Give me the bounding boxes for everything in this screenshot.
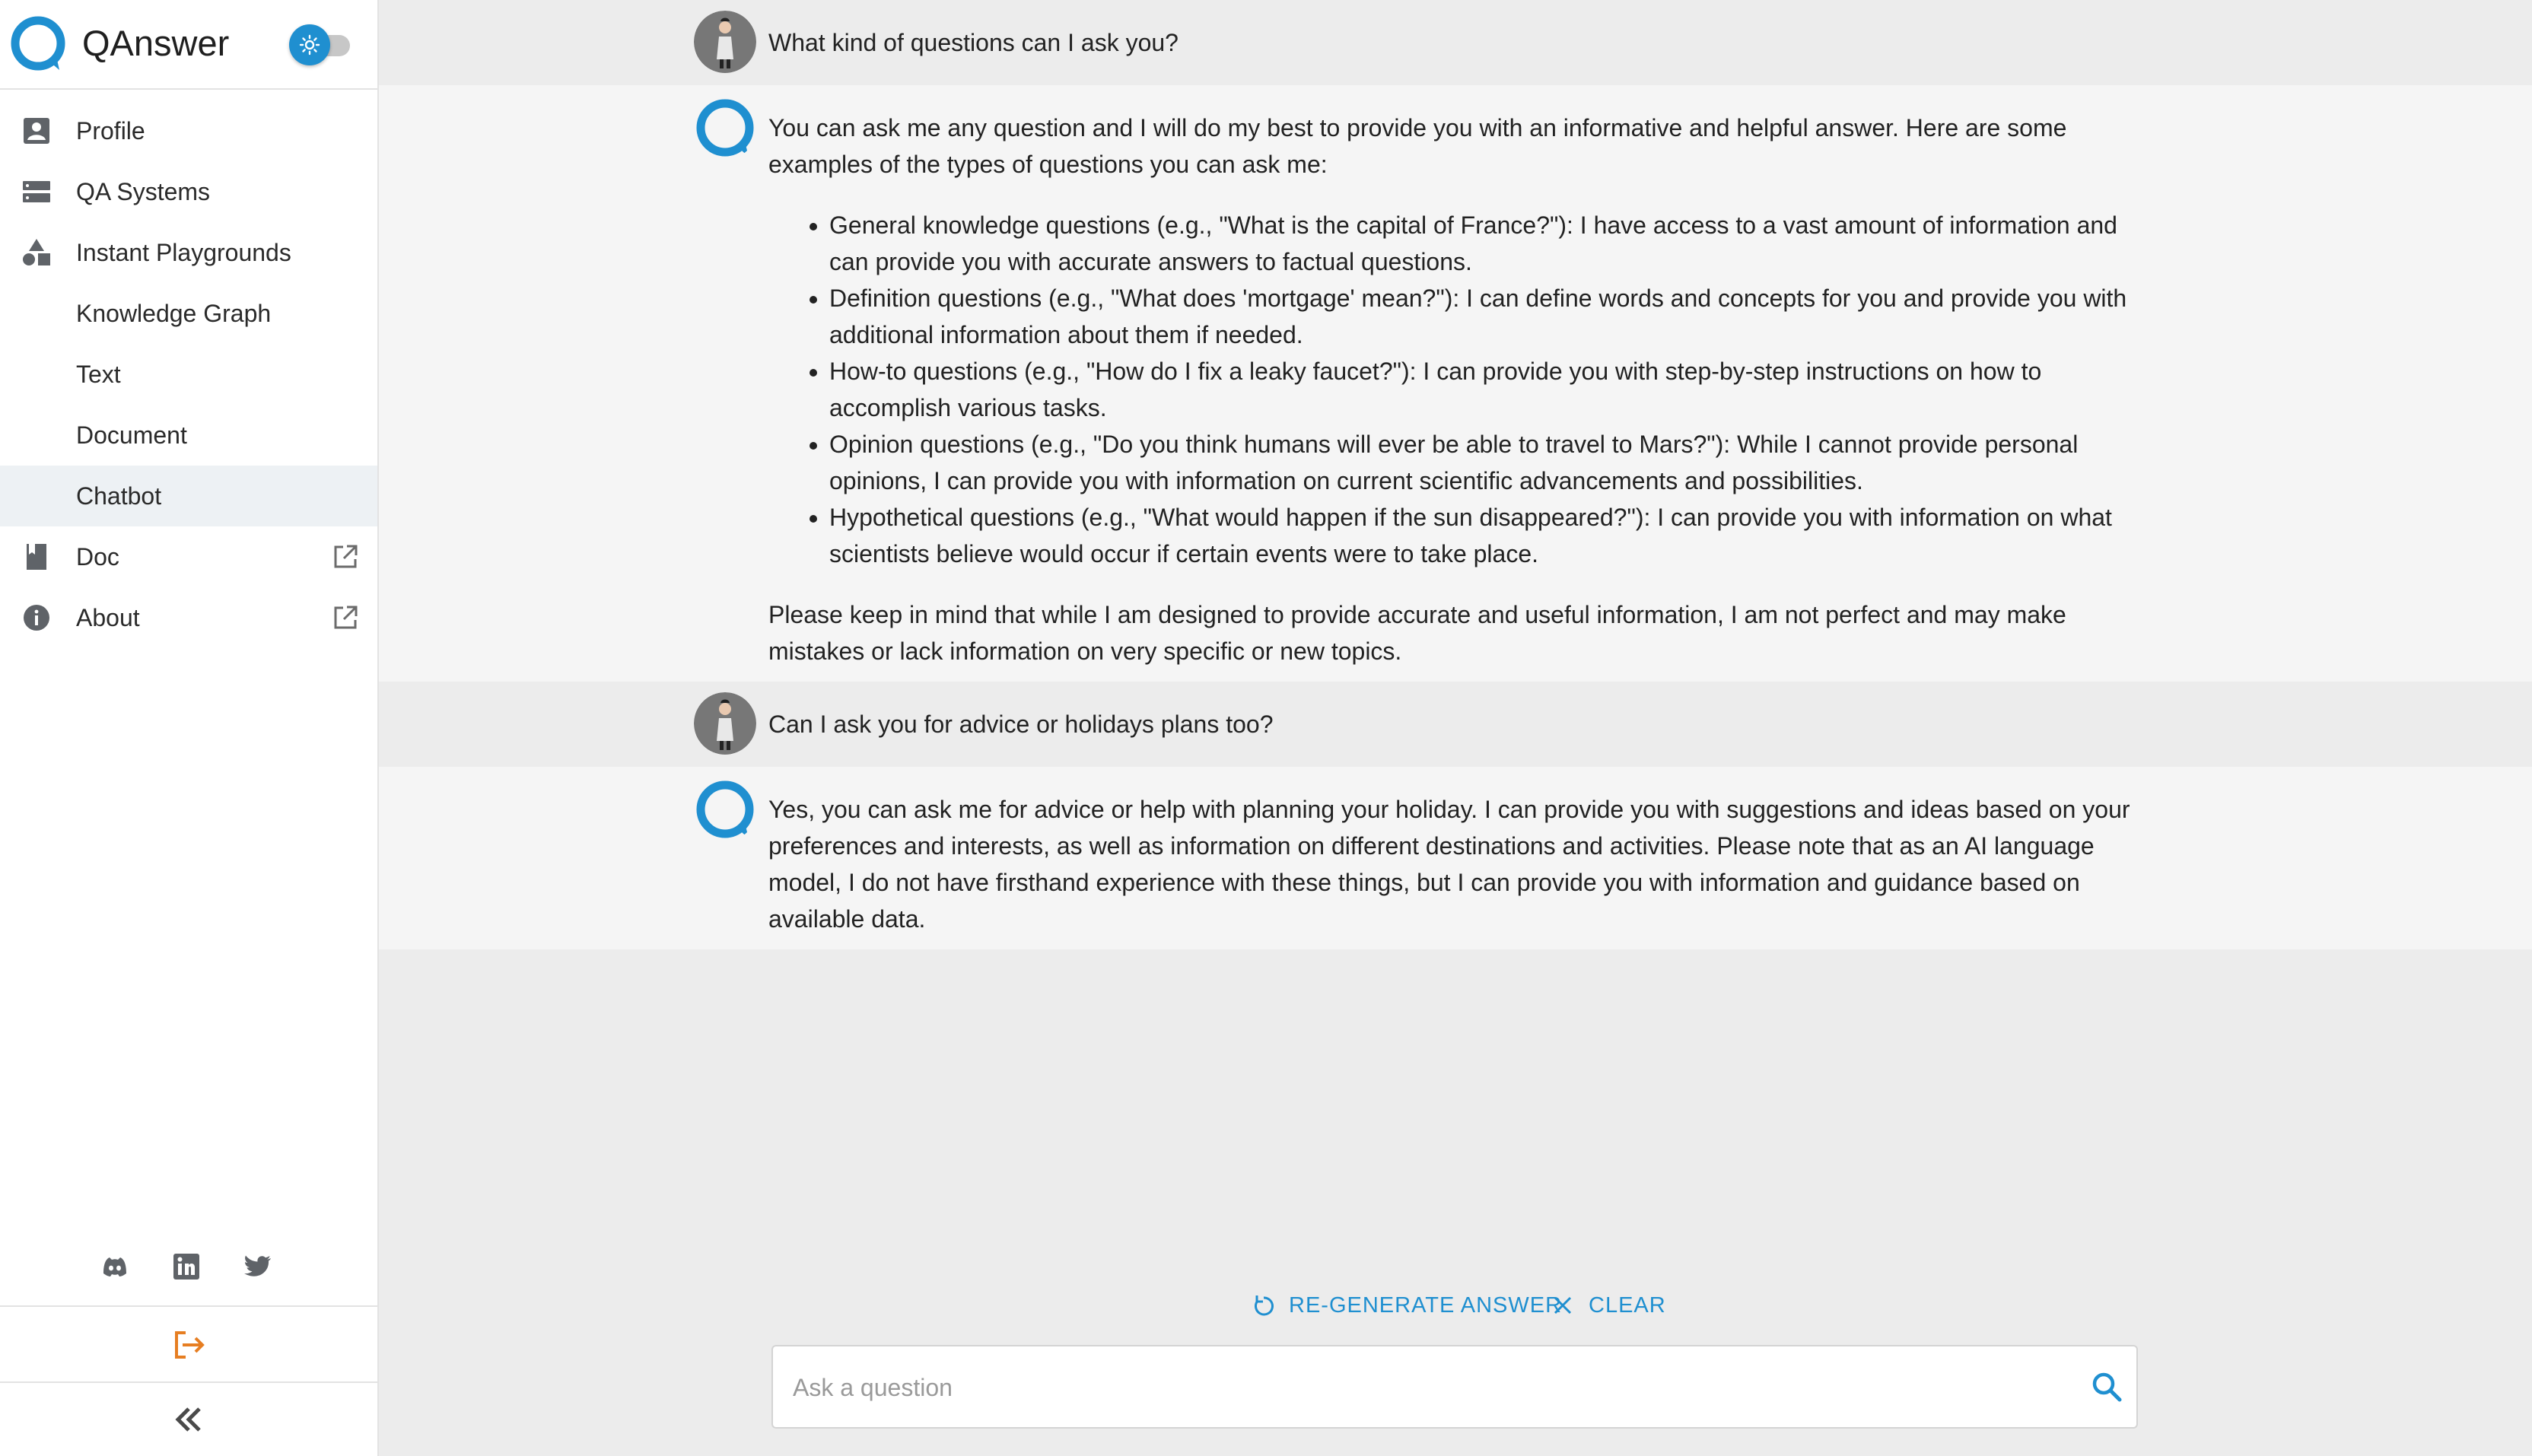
list-item: Opinion questions (e.g., "Do you think h… [829, 426, 2138, 499]
toggle-knob [289, 24, 330, 65]
bot-outro: Please keep in mind that while I am desi… [768, 601, 2066, 665]
qanswer-logo-icon [11, 16, 65, 71]
sidebar-item-label: Profile [76, 117, 145, 145]
sidebar-item-document[interactable]: Document [0, 405, 377, 466]
logout-icon[interactable] [170, 1327, 207, 1363]
sidebar-item-chatbot[interactable]: Chatbot [0, 466, 377, 526]
sun-icon [299, 34, 320, 56]
divider [0, 1305, 377, 1307]
question-input-box [771, 1345, 2138, 1429]
sidebar-item-doc[interactable]: Doc [0, 526, 377, 587]
message-text: You can ask me any question and I will d… [768, 110, 2138, 669]
message-text: What kind of questions can I ask you? [768, 29, 1179, 56]
user-avatar-icon [694, 11, 756, 73]
question-input[interactable] [791, 1362, 2042, 1413]
linkedin-icon[interactable] [170, 1251, 202, 1283]
profile-icon [24, 118, 49, 144]
close-icon [1554, 1296, 1572, 1315]
discord-icon[interactable] [99, 1251, 131, 1283]
qanswer-bot-avatar-icon [696, 780, 754, 838]
chat-area: What kind of questions can I ask you? Yo… [379, 0, 2532, 1456]
message-text: Yes, you can ask me for advice or help w… [768, 796, 2130, 933]
bot-message: Yes, you can ask me for advice or help w… [379, 767, 2532, 949]
refresh-icon [1255, 1295, 1274, 1316]
sidebar-item-text[interactable]: Text [0, 344, 377, 405]
user-message: Can I ask you for advice or holidays pla… [379, 682, 2532, 767]
brand-header: QAnswer [0, 0, 377, 90]
clear-label: CLEAR [1589, 1293, 1666, 1318]
shapes-icon [23, 239, 50, 265]
list-item: Definition questions (e.g., "What does '… [829, 280, 2138, 353]
sidebar-item-label: Text [76, 361, 121, 388]
bot-intro: You can ask me any question and I will d… [768, 114, 2067, 178]
sidebar-item-label: Instant Playgrounds [76, 239, 291, 266]
regenerate-answer-button[interactable]: RE-GENERATE ANSWER [1251, 1284, 1561, 1327]
sidebar-item-knowledge-graph[interactable]: Knowledge Graph [0, 283, 377, 344]
sidebar: QAnswer Profile QA Systems Instant Playg… [0, 0, 379, 1456]
divider [0, 1381, 377, 1383]
external-link-icon[interactable] [332, 604, 359, 631]
list-item: General knowledge questions (e.g., "What… [829, 207, 2138, 280]
twitter-icon[interactable] [242, 1251, 274, 1283]
message-text: Can I ask you for advice or holidays pla… [768, 711, 1274, 738]
sidebar-item-about[interactable]: About [0, 587, 377, 648]
sidebar-item-label: Document [76, 421, 187, 449]
list-item: Hypothetical questions (e.g., "What woul… [829, 499, 2138, 572]
user-avatar-icon [694, 692, 756, 755]
brand-name: QAnswer [82, 23, 230, 63]
sidebar-nav: Profile QA Systems Instant Playgrounds K… [0, 100, 377, 648]
list-item: How-to questions (e.g., "How do I fix a … [829, 353, 2138, 426]
info-icon [24, 605, 49, 631]
sidebar-item-label: About [76, 604, 140, 631]
qanswer-bot-avatar-icon [696, 99, 754, 157]
sidebar-item-instant-playgrounds[interactable]: Instant Playgrounds [0, 222, 377, 283]
bot-bullet-list: General knowledge questions (e.g., "What… [768, 207, 2138, 572]
clear-button[interactable]: CLEAR [1551, 1284, 1665, 1327]
social-links [0, 1240, 377, 1293]
external-link-icon[interactable] [332, 543, 359, 571]
sidebar-item-profile[interactable]: Profile [0, 100, 377, 161]
collapse-sidebar-icon[interactable] [170, 1401, 207, 1438]
sidebar-item-label: Doc [76, 543, 119, 571]
chat-actions: RE-GENERATE ANSWER CLEAR [379, 1284, 2532, 1327]
sidebar-item-label: Knowledge Graph [76, 300, 272, 327]
sidebar-item-label: QA Systems [76, 178, 211, 205]
sidebar-item-label: Chatbot [76, 482, 162, 510]
bot-message: You can ask me any question and I will d… [379, 85, 2532, 682]
regenerate-label: RE-GENERATE ANSWER [1289, 1293, 1563, 1318]
search-icon[interactable] [2089, 1369, 2124, 1404]
book-icon [27, 544, 46, 570]
server-icon [23, 181, 50, 202]
user-message: What kind of questions can I ask you? [379, 0, 2532, 85]
theme-toggle[interactable] [288, 24, 355, 65]
sidebar-item-qa-systems[interactable]: QA Systems [0, 161, 377, 222]
